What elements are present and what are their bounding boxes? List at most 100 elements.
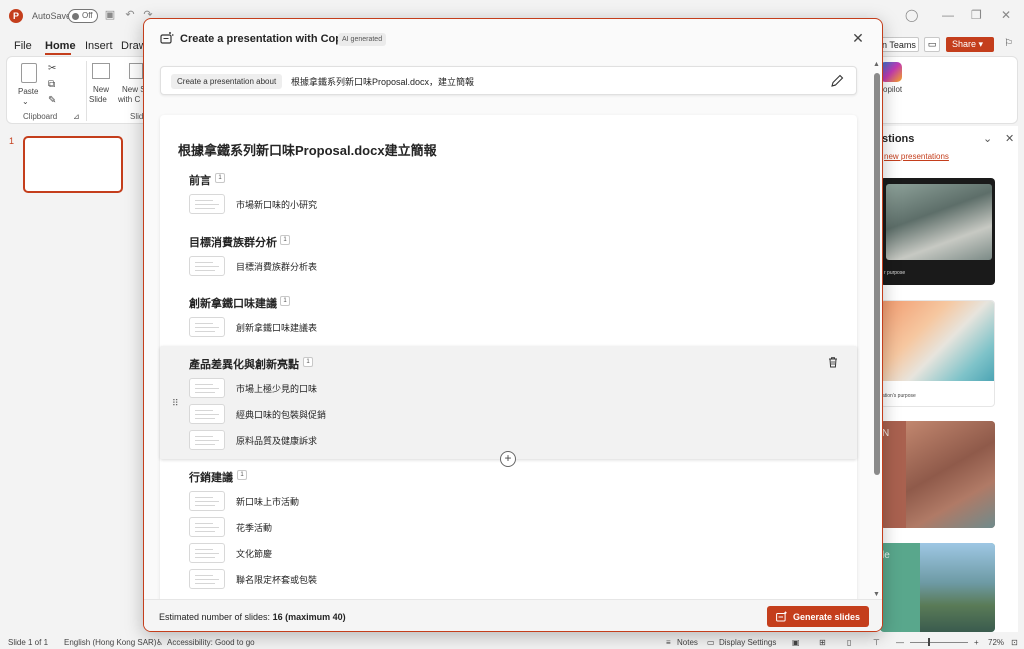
estimate-prefix: Estimated number of slides: (159, 612, 273, 622)
copilot-icon[interactable] (880, 62, 902, 82)
share-label: Share (952, 39, 977, 49)
prompt-box[interactable]: Create a presentation about 根據拿鐵系列新口味Pro… (160, 66, 857, 95)
zoom-level[interactable]: 72% (988, 638, 1004, 647)
share-button[interactable]: Share ▾ (946, 37, 994, 52)
accessibility-icon: ♿ (156, 638, 164, 647)
autosave-toggle[interactable]: Off (68, 9, 98, 23)
zoom-slider-thumb[interactable] (928, 638, 930, 646)
section-title[interactable]: 創新拿鐵口味建議 (189, 295, 277, 311)
slide-estimate: Estimated number of slides: 16 (maximum … (159, 612, 346, 622)
slide-label: 文化節慶 (236, 549, 273, 559)
zoom-slider[interactable] (910, 642, 968, 643)
menu-home[interactable]: Home (45, 40, 76, 52)
status-language[interactable]: English (Hong Kong SAR) (64, 638, 157, 647)
paste-dropdown-icon[interactable]: ⌄ (22, 97, 29, 106)
copy-icon[interactable]: ⧉ (48, 79, 55, 90)
close-icon[interactable]: ✕ (850, 30, 866, 46)
design-idea-2[interactable] (880, 300, 995, 407)
display-settings-icon: ▭ (707, 638, 715, 647)
drag-handle-icon[interactable]: ⠿ (172, 398, 179, 409)
dialog-scrollbar[interactable]: ▲ ▼ (873, 61, 880, 601)
slide-thumbnail[interactable] (23, 136, 123, 193)
section-title[interactable]: 目標消費族群分析 (189, 234, 277, 250)
slide-label: 市場上極少見的口味 (236, 384, 318, 394)
trash-icon[interactable] (827, 356, 839, 368)
plus-circle-icon[interactable]: + (500, 451, 516, 467)
new-slide-label-1[interactable]: New (93, 85, 109, 94)
slides-group-label: Slid (130, 112, 144, 121)
designer-close-icon[interactable]: ✕ (1005, 132, 1014, 145)
slide-label: 聯名限定杯套或包裝 (236, 575, 318, 585)
designer-title: stions (882, 133, 915, 145)
new-with-label-2[interactable]: with C (118, 95, 140, 104)
slide-label: 新口味上市活動 (236, 497, 300, 507)
new-slide-copilot-icon[interactable] (129, 63, 143, 79)
dialog-title: Create a presentation with Copilot (180, 33, 359, 45)
reading-view-icon[interactable]: ▯ (847, 638, 851, 647)
design-idea-2-caption: ation's purpose (882, 393, 916, 399)
slide-thumb-icon (189, 543, 225, 563)
prompt-text: 根據拿鐵系列新口味Proposal.docx，建立簡報 (291, 77, 475, 87)
minimize-icon[interactable]: — (942, 8, 954, 22)
menu-file[interactable]: File (14, 40, 32, 52)
save-icon[interactable]: ▣ (104, 9, 116, 21)
lightbulb-icon[interactable]: ◯ (905, 8, 918, 22)
design-idea-3[interactable] (880, 421, 995, 528)
window-close-icon[interactable]: ✕ (1001, 8, 1011, 22)
scroll-up-icon[interactable]: ▲ (873, 61, 880, 68)
chevron-down-icon[interactable]: ⌄ (983, 132, 992, 145)
new-slide-label-2[interactable]: Slide (89, 95, 107, 104)
format-painter-icon[interactable]: ✎ (48, 95, 56, 106)
designer-link[interactable]: new presentations (884, 152, 949, 161)
scroll-down-icon[interactable]: ▼ (873, 591, 880, 598)
copilot-create-icon (160, 32, 174, 44)
normal-view-icon[interactable]: ▣ (792, 638, 800, 647)
dialog-launcher-icon[interactable]: ⊿ (73, 112, 80, 121)
slide-thumb-icon (189, 378, 225, 398)
pencil-icon[interactable] (829, 73, 845, 89)
notes-icon: ≡ (666, 638, 671, 647)
zoom-in-icon[interactable]: + (974, 638, 979, 647)
dialog-footer: Estimated number of slides: 16 (maximum … (144, 599, 882, 631)
status-notes[interactable]: Notes (677, 638, 698, 647)
autosave-state: Off (82, 11, 93, 20)
slideshow-icon[interactable]: ⊤ (873, 638, 880, 647)
status-accessibility[interactable]: Accessibility: Good to go (167, 638, 255, 647)
design-idea-1[interactable] (880, 178, 995, 285)
menu-insert[interactable]: Insert (85, 40, 113, 52)
section-count-badge: 1 (303, 357, 313, 367)
section-title[interactable]: 產品差異化與創新亮點 (189, 356, 299, 372)
cut-icon[interactable]: ✂ (48, 63, 56, 74)
new-slide-icon[interactable] (92, 63, 110, 79)
comment-icon[interactable]: ▭ (924, 37, 940, 52)
design-idea-1-caption: r purpose (884, 270, 906, 276)
design-idea-4-letter: le (882, 550, 890, 561)
section-title[interactable]: 前言 (189, 172, 211, 188)
slide-label: 原料品質及健康訴求 (236, 436, 318, 446)
undo-icon[interactable]: ↶ (124, 9, 136, 21)
design-idea-4[interactable] (880, 543, 995, 632)
section-count-badge: 1 (237, 470, 247, 480)
slide-thumbnails-pane (0, 126, 135, 632)
ai-generated-badge: AI generated (338, 33, 387, 46)
slide-label: 市場新口味的小研究 (236, 200, 318, 210)
slide-number: 1 (9, 136, 15, 146)
slide-sorter-icon[interactable]: ⊞ (819, 638, 826, 647)
section-count-badge: 1 (280, 296, 290, 306)
slide-thumb-icon (189, 317, 225, 337)
dialog-header: Create a presentation with Copilot AI ge… (144, 19, 882, 59)
status-display[interactable]: Display Settings (719, 638, 776, 647)
slide-label: 花季活動 (236, 523, 273, 533)
copilot-ribbon-label[interactable]: opilot (883, 85, 902, 94)
generate-slides-button[interactable]: Generate slides (767, 606, 869, 627)
restore-icon[interactable]: ❐ (971, 8, 982, 22)
scrollbar-thumb[interactable] (874, 73, 880, 475)
section-title[interactable]: 行銷建議 (189, 469, 233, 485)
fit-to-window-icon[interactable]: ⊡ (1011, 638, 1018, 647)
prompt-tag: Create a presentation about (171, 74, 283, 89)
clipboard-group-label: Clipboard (23, 112, 58, 121)
paste-icon[interactable] (21, 63, 37, 83)
feedback-icon[interactable]: ⚐ (1004, 38, 1013, 49)
paste-label[interactable]: Paste (18, 87, 38, 96)
zoom-out-icon[interactable]: — (896, 638, 904, 647)
